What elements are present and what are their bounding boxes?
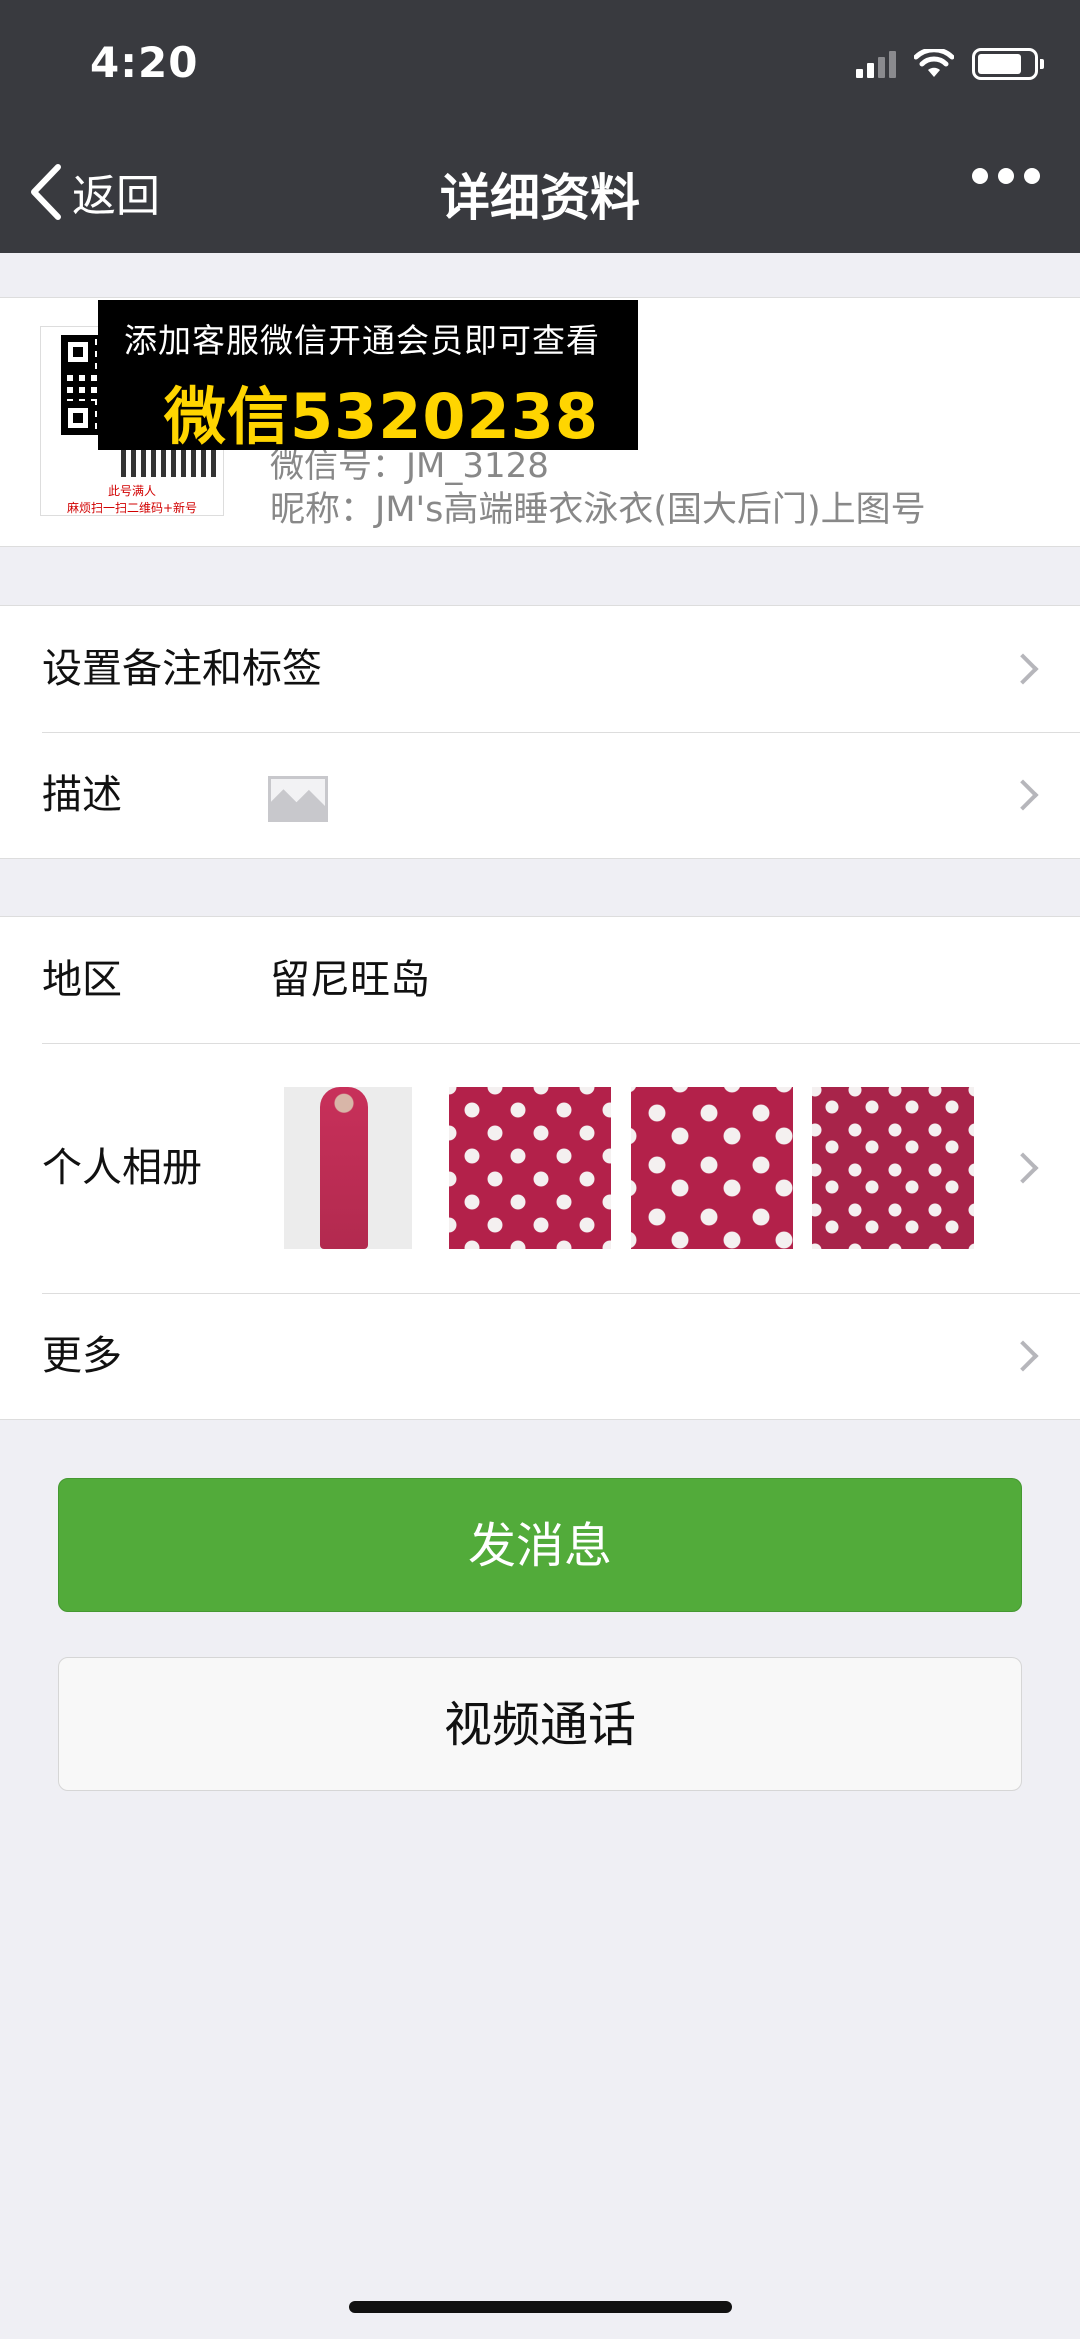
album-row[interactable]: 个人相册 [0,1043,1080,1293]
nickname: 昵称：JM's高端睡衣泳衣(国大后门)上图号 [270,490,926,530]
navigation-header: 4:20 返回 详细资料 [0,0,1080,253]
more-row[interactable]: 更多 [0,1293,1080,1419]
chevron-right-icon [1007,1152,1039,1184]
more-dot-icon [972,168,988,184]
status-icons [856,48,1044,80]
album-label: 个人相册 [42,1145,202,1191]
cellular-signal-icon [856,50,896,78]
back-label: 返回 [72,171,160,222]
remark-tag-row[interactable]: 设置备注和标签 [0,606,1080,732]
remark-tag-label: 设置备注和标签 [42,646,322,692]
region-value: 留尼旺岛 [270,957,430,1003]
region-label: 地区 [42,957,122,1003]
info-group: 地区 留尼旺岛 个人相册 更多 [0,916,1080,1420]
avatar-caption: 麻烦扫一扫二维码+新号 [66,501,198,515]
back-button[interactable]: 返回 [28,160,160,224]
album-thumbnail[interactable] [812,1087,974,1249]
description-label: 描述 [42,772,122,818]
album-thumbnail[interactable] [631,1087,793,1249]
send-message-button[interactable]: 发消息 [58,1478,1022,1612]
chevron-left-icon [31,164,61,220]
more-label: 更多 [42,1333,122,1379]
description-row[interactable]: 描述 [0,732,1080,858]
chevron-right-icon [1007,653,1039,685]
promo-overlay-banner: 添加客服微信开通会员即可查看 微信5320238 [98,300,638,453]
page-title: 详细资料 [440,169,640,227]
settings-group: 设置备注和标签 描述 [0,605,1080,859]
chevron-right-icon [1007,1340,1039,1372]
region-row: 地区 留尼旺岛 [0,917,1080,1043]
album-thumbnail[interactable] [449,1087,611,1249]
home-indicator[interactable] [349,2301,732,2313]
video-call-button[interactable]: 视频通话 [58,1657,1022,1791]
chevron-right-icon [1007,779,1039,811]
avatar-caption: 此号满人 [107,484,156,498]
promo-wechat-number: 微信5320238 [164,380,599,453]
wifi-icon [914,49,954,77]
album-thumbnail[interactable] [284,1087,412,1249]
more-options-button[interactable] [972,168,1040,184]
image-placeholder-icon [268,776,328,822]
status-time: 4:20 [90,38,199,87]
battery-icon [972,48,1044,80]
promo-text: 添加客服微信开通会员即可查看 [124,321,600,360]
